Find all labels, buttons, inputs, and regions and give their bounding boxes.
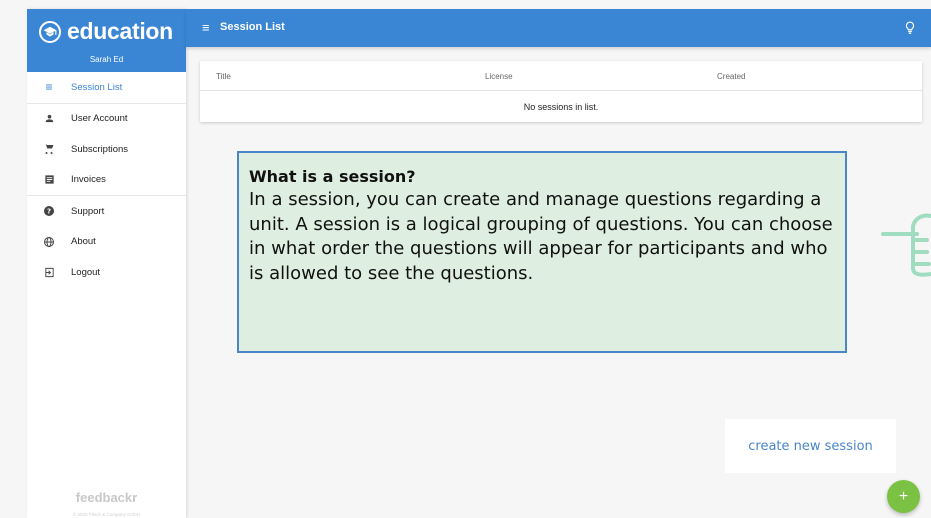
help-title: What is a session? [249, 167, 416, 186]
cart-icon [27, 143, 71, 155]
table-header: Title License Created [200, 61, 922, 91]
footer-logo: feedbackr [75, 490, 138, 505]
page-title: Session List [220, 21, 285, 33]
help-icon: ? [27, 205, 71, 217]
sidebar-item-logout[interactable]: Logout [27, 257, 186, 288]
brand-name: education [67, 18, 173, 44]
person-icon [27, 113, 71, 124]
sidebar-item-label: Session List [71, 81, 123, 93]
column-header-license[interactable]: License [485, 72, 513, 81]
sidebar-item-support[interactable]: ? Support [27, 196, 186, 227]
menu-icon[interactable]: ≡ [202, 20, 210, 35]
sidebar-item-user-account[interactable]: User Account [27, 104, 186, 135]
sidebar-item-invoices[interactable]: Invoices [27, 165, 186, 196]
user-name: Sarah Ed [89, 55, 124, 64]
create-session-button[interactable]: create new session [725, 419, 896, 473]
top-bar: ≡ Session List [186, 9, 931, 47]
empty-message: No sessions in list. [523, 101, 599, 112]
list-icon: ≡ [45, 80, 53, 95]
logout-icon [27, 267, 71, 278]
sidebar-item-label: Invoices [71, 174, 106, 186]
sidebar-item-label: Support [71, 205, 105, 217]
globe-icon [27, 236, 71, 248]
column-header-created[interactable]: Created [717, 72, 745, 81]
brand-header: education Sarah Ed [27, 9, 186, 72]
add-session-fab[interactable]: + [887, 480, 920, 513]
sidebar-item-subscriptions[interactable]: Subscriptions [27, 134, 186, 165]
sidebar-item-label: Subscriptions [71, 143, 129, 155]
footer-copyright: © 2020 Fäsch & Company GmbH [72, 512, 141, 517]
session-table: Title License Created No sessions in lis… [200, 61, 922, 122]
pointing-hand-icon [881, 213, 931, 277]
invoice-icon [27, 174, 71, 185]
lightbulb-icon[interactable] [903, 20, 917, 36]
sidebar-item-about[interactable]: About [27, 227, 186, 258]
graduation-cap-icon [39, 21, 61, 43]
svg-text:?: ? [47, 208, 51, 216]
sidebar-item-session-list[interactable]: ≡ Session List [27, 72, 186, 103]
column-header-title[interactable]: Title [216, 72, 231, 81]
sidebar: education Sarah Ed ≡ Session List User A… [27, 9, 186, 518]
sidebar-item-label: About [71, 236, 96, 248]
sidebar-item-label: User Account [71, 113, 128, 125]
help-text: In a session, you can create and manage … [249, 189, 833, 284]
sidebar-item-label: Logout [71, 266, 101, 278]
help-box: What is a session? In a session, you can… [237, 151, 847, 353]
plus-icon: + [898, 487, 909, 505]
